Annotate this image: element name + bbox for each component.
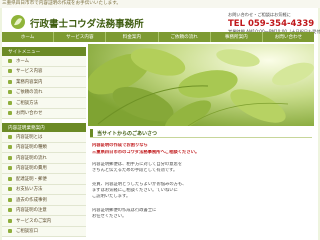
sidebar-item[interactable]: ご依頼の流れ <box>2 87 86 98</box>
bullet-icon <box>8 58 12 63</box>
site-title[interactable]: 行政書士コウダ法務事務所 <box>30 16 144 30</box>
bullet-icon <box>8 90 12 95</box>
sidebar-item[interactable]: お支払い方法 <box>2 184 86 195</box>
nav-flow[interactable]: ご依頼の流れ <box>159 32 211 42</box>
bullet-icon <box>8 229 12 234</box>
nav-services[interactable]: サービス内容 <box>54 32 107 42</box>
sidebar-item[interactable]: ご相談方法 <box>2 98 86 109</box>
site-tagline: 三重県四日市市で内容証明の作成をお手伝いいたします。 <box>2 1 121 6</box>
sidebar-item[interactable]: 内容証明の注意 <box>2 205 86 216</box>
contact-label: お問い合わせ・ご相談はお気軽に <box>228 12 291 17</box>
sidebar-item[interactable]: サービス内容 <box>2 66 86 77</box>
paragraph-3-line-2: お任せください。 <box>92 214 127 219</box>
paragraph-1-line-2: きちんと伝えるための手段として有効です。 <box>92 168 178 173</box>
intro-line-2: 三重県四日市市のコウダ法務事務所へご相談ください。 <box>92 150 200 155</box>
section-title: 当サイトからのごあいさつ <box>97 130 158 137</box>
sidebar-item[interactable]: 内容証明の費用 <box>2 163 86 174</box>
bullet-icon <box>8 145 12 150</box>
bullet-icon <box>8 111 12 116</box>
bullet-icon <box>8 100 12 105</box>
sidebar-item[interactable]: 内容証明の種類 <box>2 142 86 153</box>
sidebar-menu-heading: サイトメニュー <box>2 47 86 56</box>
sidebar-item[interactable]: 内容証明の流れ <box>2 153 86 164</box>
nav-home[interactable]: ホーム <box>2 32 55 42</box>
leaf-logo-icon <box>11 15 25 29</box>
sidebar-item[interactable]: 業務内容案内 <box>2 77 86 88</box>
bullet-icon <box>8 208 12 213</box>
bullet-icon <box>8 218 12 223</box>
bullet-icon <box>8 197 12 202</box>
sidebar-item[interactable]: ホーム <box>2 56 86 67</box>
bullet-icon <box>8 155 12 160</box>
paragraph-2-line-3: ご説明いたします。 <box>92 194 131 199</box>
bullet-icon <box>8 166 12 171</box>
sidebar-cert-heading: 内容証明業務案内 <box>2 123 86 132</box>
global-nav: ホーム サービス内容 料金案内 ご依頼の流れ 事務所案内 お問い合わせ <box>2 32 314 42</box>
sidebar-item[interactable]: ご相談窓口 <box>2 226 86 237</box>
bullet-icon <box>8 79 12 84</box>
bullet-icon <box>8 176 12 181</box>
nav-contact[interactable]: お問い合わせ <box>263 32 314 42</box>
phone-number[interactable]: TEL 059-354-4339 <box>228 19 316 29</box>
sidebar-item[interactable]: お問い合わせ <box>2 108 86 119</box>
top-bar: 三重県四日市市で内容証明の作成をお手伝いいたします。 <box>0 0 320 8</box>
sidebar-item[interactable]: 過去の作成事例 <box>2 195 86 206</box>
sidebar-item[interactable]: サービスのご案内 <box>2 216 86 227</box>
sidebar-item[interactable]: 内容証明とは <box>2 132 86 143</box>
nav-office[interactable]: 事務所案内 <box>211 32 263 42</box>
nav-fees[interactable]: 料金案内 <box>106 32 159 42</box>
bullet-icon <box>8 187 12 192</box>
heading-marker <box>90 129 93 137</box>
hero-leaves-image <box>88 44 314 126</box>
bullet-icon <box>8 69 12 74</box>
sidebar-item[interactable]: 配達証明・郵便 <box>2 174 86 185</box>
bullet-icon <box>8 134 12 139</box>
section-heading: 当サイトからのごあいさつ <box>90 128 312 138</box>
intro-line-1: 内容証明の作成でお困りなら <box>92 143 148 148</box>
sidebar: サイトメニュー ホーム サービス内容 業務内容案内 ご依頼の流れ ご相談方法 お… <box>2 47 86 237</box>
